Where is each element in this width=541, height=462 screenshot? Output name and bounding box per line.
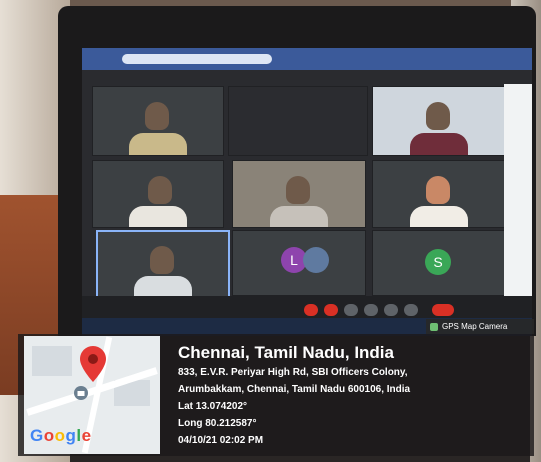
- hand-button[interactable]: [364, 304, 378, 316]
- participant-body: [269, 205, 329, 227]
- participant-avatar-photo: [303, 247, 329, 273]
- map-pin-icon: [80, 346, 106, 382]
- mic-button[interactable]: [304, 304, 318, 316]
- camera-button[interactable]: [324, 304, 338, 316]
- longitude: Long 80.212587°: [178, 418, 257, 429]
- google-logo: Google: [30, 426, 92, 445]
- video-tile: [96, 230, 230, 298]
- participant-head: [425, 175, 450, 204]
- video-tile: [92, 160, 224, 228]
- laptop-screen: L S: [82, 48, 532, 324]
- date-time: 04/10/21 02:02 PM: [178, 435, 264, 446]
- video-tile: L: [232, 230, 366, 296]
- participant-body: [409, 205, 469, 227]
- video-tile: [92, 86, 224, 156]
- video-tile: [232, 160, 366, 228]
- video-tile: S: [372, 230, 506, 296]
- map-thumbnail: Google: [24, 336, 160, 454]
- side-panel: [504, 84, 532, 298]
- address-line-2: Arumbakkam, Chennai, Tamil Nadu 600106, …: [178, 384, 411, 395]
- captions-button[interactable]: [344, 304, 358, 316]
- map-block: [32, 346, 72, 376]
- browser-tab-bar: [82, 48, 532, 70]
- participant-body: [134, 275, 192, 296]
- gps-camera-badge: GPS Map Camera: [426, 319, 534, 334]
- video-tile: [372, 160, 506, 228]
- participant-head: [147, 175, 172, 204]
- participant-body: [129, 205, 187, 227]
- gps-camera-icon: [430, 322, 438, 331]
- participant-body: [409, 133, 469, 155]
- latitude: Lat 13.074202°: [178, 401, 248, 412]
- leave-call-button[interactable]: [432, 304, 454, 316]
- participant-head: [145, 101, 169, 130]
- participant-body: [129, 133, 187, 155]
- more-button[interactable]: [404, 304, 418, 316]
- video-tile: [228, 86, 368, 156]
- camera-place-icon: [74, 386, 88, 400]
- participant-head: [285, 175, 310, 204]
- present-button[interactable]: [384, 304, 398, 316]
- video-tile: [372, 86, 506, 156]
- address-bar[interactable]: [122, 54, 272, 64]
- participant-head: [425, 101, 450, 130]
- gps-camera-label: GPS Map Camera: [442, 322, 508, 331]
- participant-avatar: S: [425, 249, 451, 275]
- location-title: Chennai, Tamil Nadu, India: [178, 343, 394, 362]
- address-line-1: 833, E.V.R. Periyar High Rd, SBI Officer…: [178, 367, 408, 378]
- participant-head: [150, 246, 174, 275]
